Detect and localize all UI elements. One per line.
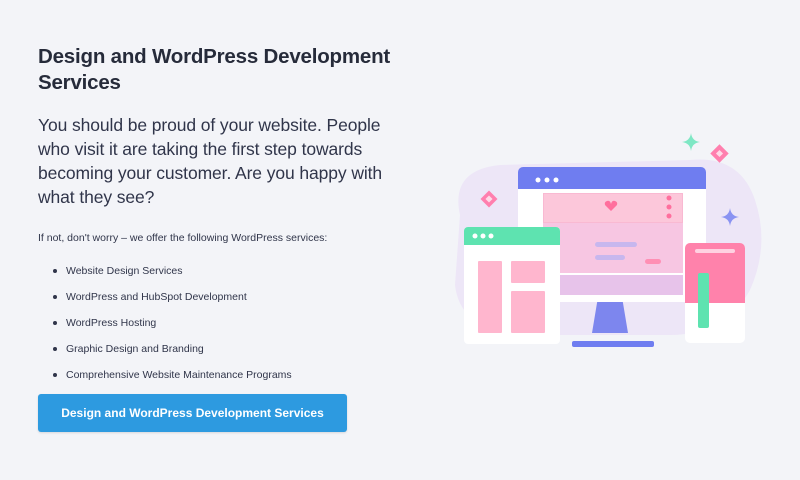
list-item: Graphic Design and Branding [53, 342, 398, 368]
list-item: WordPress and HubSpot Development [53, 290, 398, 316]
services-cta-button[interactable]: Design and WordPress Development Service… [38, 394, 347, 432]
web-design-illustration [455, 133, 762, 347]
sparkle-icon [682, 133, 700, 151]
browser-window [464, 227, 560, 344]
monitor-base [572, 341, 654, 347]
list-item: Comprehensive Website Maintenance Progra… [53, 368, 398, 394]
content-column: Design and WordPress Development Service… [38, 44, 398, 394]
services-list: Website Design Services WordPress and Hu… [53, 264, 398, 394]
intro-text: If not, don't worry – we offer the follo… [38, 232, 328, 244]
mobile-window [685, 243, 745, 343]
list-item: Website Design Services [53, 264, 398, 290]
list-item: WordPress Hosting [53, 316, 398, 342]
monitor-stand [592, 297, 628, 333]
diamond-icon [710, 144, 729, 163]
lead-paragraph: You should be proud of your website. Peo… [38, 115, 383, 207]
page-title: Design and WordPress Development Service… [38, 45, 391, 94]
